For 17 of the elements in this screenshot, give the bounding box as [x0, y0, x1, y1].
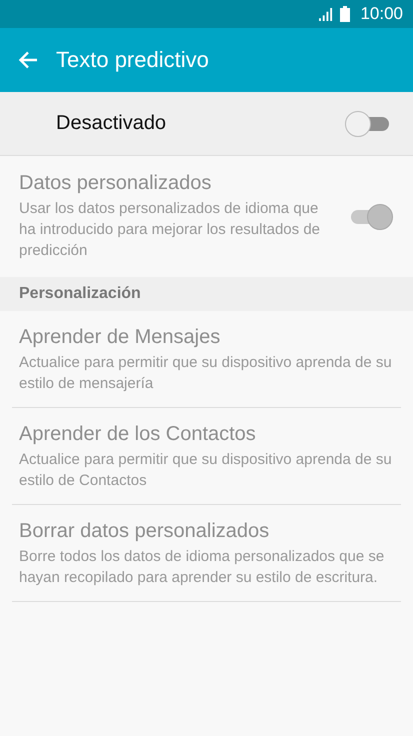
setting-title: Datos personalizados [19, 172, 212, 195]
setting-summary: Borre todos los datos de idioma personalizados que se hayan recopilado para aprender su estilo de escritura. [19, 547, 386, 588]
setting-title: Aprender de Mensajes [19, 326, 222, 349]
toggle-switch[interactable] [345, 110, 391, 138]
switch-label: Desactivado [56, 112, 166, 135]
setting-title: Aprender de los Contactos [19, 423, 257, 446]
section-title: Personalización [19, 285, 141, 303]
setting-title: Borrar datos personalizados [19, 520, 270, 543]
setting-summary: Actualice para permitir que su dispositivo aprenda de su estilo de Contactos [19, 450, 393, 491]
master-switch-row[interactable]: Desactivado [0, 92, 413, 156]
battery-icon [340, 6, 350, 22]
signal-icon [319, 8, 334, 20]
setting-summary: Actualice para permitir que su dispositivo aprenda de su estilo de mensajería [19, 353, 393, 394]
setting-summary: Usar los datos personalizados de idioma que ha introducido para mejorar los resultados de predicción [19, 199, 322, 261]
back-icon[interactable] [18, 51, 38, 69]
screen-title: Texto predictivo [56, 47, 209, 73]
status-time: 10:00 [360, 4, 403, 24]
